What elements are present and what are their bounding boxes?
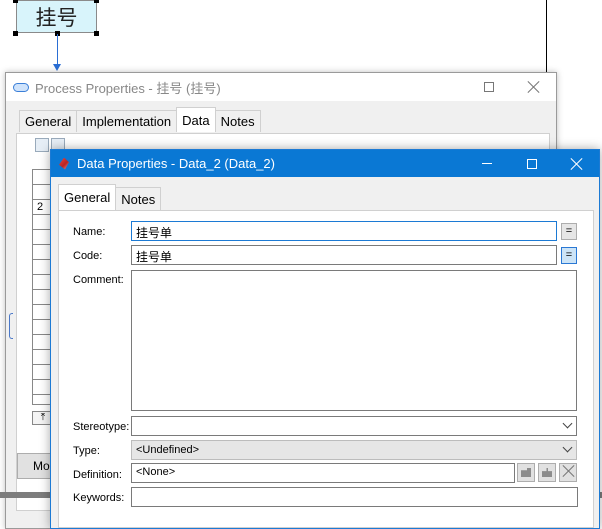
chevron-down-icon — [562, 442, 573, 453]
tab-notes[interactable]: Notes — [115, 187, 162, 210]
create-icon — [542, 468, 552, 477]
tab-data[interactable]: Data — [176, 107, 216, 132]
type-label: Type: — [73, 445, 100, 457]
name-field[interactable]: 挂号单 — [131, 221, 557, 241]
process-window-title: Process Properties - 挂号 (挂号) — [35, 80, 221, 96]
process-window-titlebar[interactable]: Process Properties - 挂号 (挂号) — [6, 73, 556, 101]
data-window-title: Data Properties - Data_2 (Data_2) — [77, 156, 275, 171]
close-icon — [528, 81, 540, 93]
tab-general[interactable]: General — [58, 184, 117, 210]
data-properties-window[interactable]: Data Properties - Data_2 (Data_2) Genera… — [50, 149, 600, 529]
selection-handle[interactable] — [13, 31, 18, 36]
type-value: <Undefined> — [136, 444, 199, 456]
code-field[interactable]: 挂号单 — [131, 245, 557, 265]
flow-connector[interactable] — [57, 34, 58, 68]
close-icon — [571, 158, 583, 170]
data-icon — [59, 157, 69, 170]
name-label: Name: — [73, 226, 106, 238]
close-button[interactable] — [554, 150, 599, 178]
definition-clear-button[interactable] — [559, 463, 577, 482]
definition-label: Definition: — [73, 469, 122, 481]
definition-properties-button[interactable] — [517, 463, 535, 482]
process-node[interactable]: 挂号 — [16, 0, 97, 33]
maximize-button[interactable] — [509, 150, 554, 178]
tab-notes[interactable]: Notes — [214, 110, 261, 132]
properties-icon[interactable] — [35, 138, 49, 152]
close-button[interactable] — [511, 73, 556, 101]
definition-field[interactable]: <None> — [131, 463, 515, 483]
maximize-button[interactable] — [466, 73, 511, 101]
process-node-label: 挂号 — [35, 5, 78, 30]
minimize-icon — [481, 163, 492, 164]
tab-general[interactable]: General — [19, 110, 78, 132]
process-icon — [13, 82, 29, 92]
selection-handle[interactable] — [94, 31, 99, 36]
data-window-titlebar[interactable]: Data Properties - Data_2 (Data_2) — [51, 150, 599, 177]
selection-handle[interactable] — [13, 0, 18, 3]
chevron-down-icon — [562, 418, 573, 429]
name-equals-button[interactable]: = — [561, 223, 577, 240]
window-edge-marker — [9, 313, 13, 339]
definition-create-button[interactable] — [538, 463, 556, 482]
maximize-icon — [483, 82, 494, 92]
minimize-button[interactable] — [464, 150, 509, 178]
comment-label: Comment: — [73, 274, 124, 286]
type-select[interactable]: <Undefined> — [131, 440, 577, 460]
stereotype-select[interactable] — [131, 416, 577, 436]
clear-icon — [563, 465, 575, 477]
diagram-boundary-line — [546, 0, 547, 80]
maximize-icon — [526, 158, 537, 169]
tab-implementation[interactable]: Implementation — [76, 110, 178, 132]
keywords-label: Keywords: — [73, 492, 125, 504]
code-equals-button[interactable]: = — [561, 247, 577, 264]
keywords-field[interactable] — [131, 487, 578, 507]
general-tab-panel: Name: 挂号单 = Code: 挂号单 = Comment: Stereot… — [58, 210, 594, 528]
selection-handle[interactable] — [94, 0, 99, 3]
properties-icon — [521, 468, 531, 477]
data-tab-strip: General Notes — [58, 184, 162, 210]
comment-field[interactable] — [131, 270, 577, 411]
process-tab-strip: General Implementation Data Notes — [19, 107, 261, 132]
flow-arrow-icon — [53, 64, 61, 71]
stereotype-label: Stereotype: — [73, 421, 130, 433]
code-label: Code: — [73, 250, 103, 262]
